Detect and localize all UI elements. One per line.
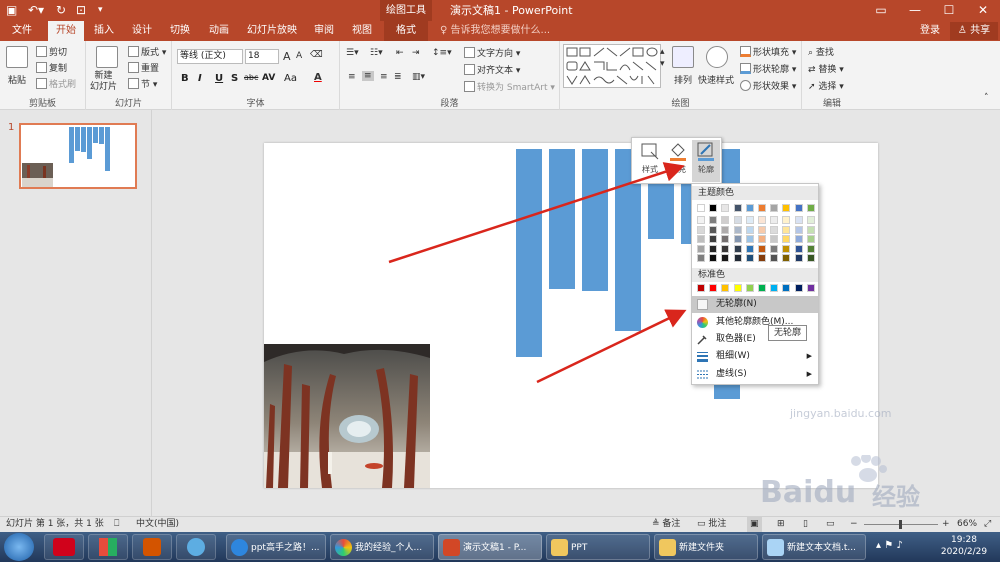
youdao-app[interactable] [44, 534, 84, 560]
notepad-icon [767, 539, 784, 556]
office-app[interactable] [88, 534, 128, 560]
wps-icon [143, 538, 161, 556]
reading-view-icon[interactable]: ▯ [803, 517, 808, 532]
folder-icon [659, 539, 676, 556]
clock-time: 19:28 [951, 535, 977, 545]
spellcheck-icon[interactable]: ⎕ [114, 517, 119, 532]
taskbar-window-3[interactable]: 演示文稿1 - P... [438, 534, 542, 560]
flower-app[interactable] [176, 534, 216, 560]
zoom-thumb[interactable] [899, 520, 902, 529]
arrow-to-outline-icon [388, 162, 685, 264]
slideshow-icon[interactable]: ▭ [826, 517, 835, 532]
taskbar-window-2[interactable]: 我的经验_个人... [330, 534, 434, 560]
taskbar-window-5[interactable]: 新建文件夹 [654, 534, 758, 560]
slide-sorter-icon[interactable]: ⊞ [777, 517, 785, 532]
taskbar-window-1[interactable]: ppt高手之路！... [226, 534, 326, 560]
slide-count: 幻灯片 第 1 张，共 1 张 [6, 519, 104, 529]
flower-icon [187, 538, 205, 556]
status-bar: 幻灯片 第 1 张，共 1 张 ⎕ 中文(中国) ≜ 备注 ▭ 批注 ▣ ⊞ ▯… [0, 516, 1000, 532]
folder-icon [551, 539, 568, 556]
zoom-in-icon[interactable]: + [942, 517, 950, 532]
tray-icons[interactable]: ▴ ⚑ ♪ [876, 540, 903, 551]
windows-taskbar: ppt高手之路！... 我的经验_个人... 演示文稿1 - P... PPT … [0, 532, 1000, 562]
system-clock[interactable]: 19:28 2020/2/29 [934, 534, 994, 558]
annotation-arrows [388, 162, 687, 384]
wps-app[interactable] [132, 534, 172, 560]
powerpoint-icon [443, 539, 460, 556]
language-indicator[interactable]: 中文(中国) [136, 517, 179, 532]
youdao-icon [53, 538, 75, 556]
comments-button[interactable]: ▭ 批注 [697, 517, 726, 532]
zoom-out-icon[interactable]: − [850, 517, 858, 532]
arrow-to-no-outline-icon [536, 309, 687, 384]
zoom-level[interactable]: 66% [957, 517, 977, 532]
fit-slide-icon[interactable]: ⤢ [984, 517, 991, 532]
taskbar-window-6[interactable]: 新建文本文档.t... [762, 534, 866, 560]
start-button[interactable] [4, 533, 34, 561]
notes-button[interactable]: ≜ 备注 [652, 517, 680, 532]
sogou-icon [231, 539, 248, 556]
normal-view-icon[interactable]: ▣ [747, 517, 762, 532]
office-icon [99, 538, 117, 556]
browser-icon [335, 539, 352, 556]
taskbar-window-4[interactable]: PPT [546, 534, 650, 560]
clock-date: 2020/2/29 [940, 547, 988, 557]
